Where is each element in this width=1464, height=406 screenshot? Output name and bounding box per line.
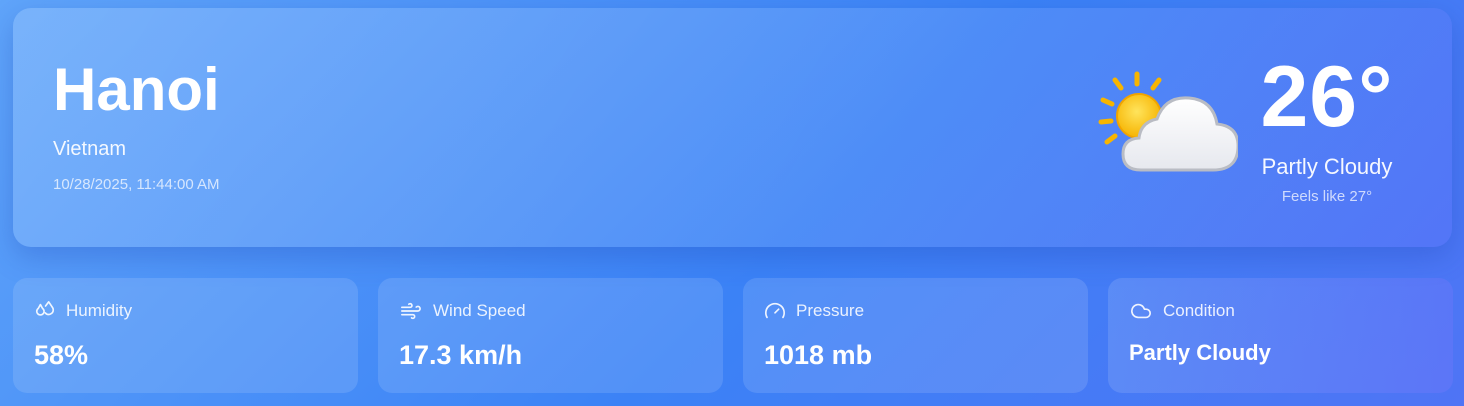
stats-grid: Humidity 58% Wind Speed 17.3 km/h Pressu… bbox=[13, 278, 1453, 393]
condition-label: Condition bbox=[1163, 301, 1235, 320]
humidity-card: Humidity 58% bbox=[13, 278, 358, 393]
droplets-icon bbox=[34, 300, 56, 322]
humidity-label: Humidity bbox=[66, 301, 133, 320]
humidity-value: 58% bbox=[34, 340, 89, 370]
condition-text: Partly Cloudy bbox=[1261, 154, 1393, 179]
feels-like-text: Feels like 27° bbox=[1281, 188, 1373, 205]
partly-cloudy-icon bbox=[1093, 66, 1240, 181]
condition-card: Condition Partly Cloudy bbox=[1108, 278, 1453, 393]
pressure-label: Pressure bbox=[796, 301, 865, 320]
pressure-value: 1018 mb bbox=[764, 340, 873, 370]
country-name: Vietnam bbox=[53, 138, 127, 160]
wind-icon bbox=[399, 300, 423, 322]
wind-speed-card: Wind Speed 17.3 km/h bbox=[378, 278, 723, 393]
condition-value: Partly Cloudy bbox=[1129, 340, 1271, 365]
local-datetime: 10/28/2025, 11:44:00 AM bbox=[53, 176, 220, 193]
cloud-icon bbox=[1129, 300, 1153, 322]
city-name: Hanoi bbox=[53, 56, 220, 123]
gauge-icon bbox=[764, 300, 786, 322]
current-conditions: 26° Partly Cloudy Feels like 27° bbox=[1242, 54, 1412, 205]
temperature-value: 26° bbox=[1260, 49, 1394, 145]
wind-speed-label: Wind Speed bbox=[433, 301, 526, 320]
wind-speed-value: 17.3 km/h bbox=[399, 340, 523, 370]
pressure-card: Pressure 1018 mb bbox=[743, 278, 1088, 393]
current-weather-card: Hanoi Vietnam 10/28/2025, 11:44:00 AM 26… bbox=[13, 8, 1452, 247]
